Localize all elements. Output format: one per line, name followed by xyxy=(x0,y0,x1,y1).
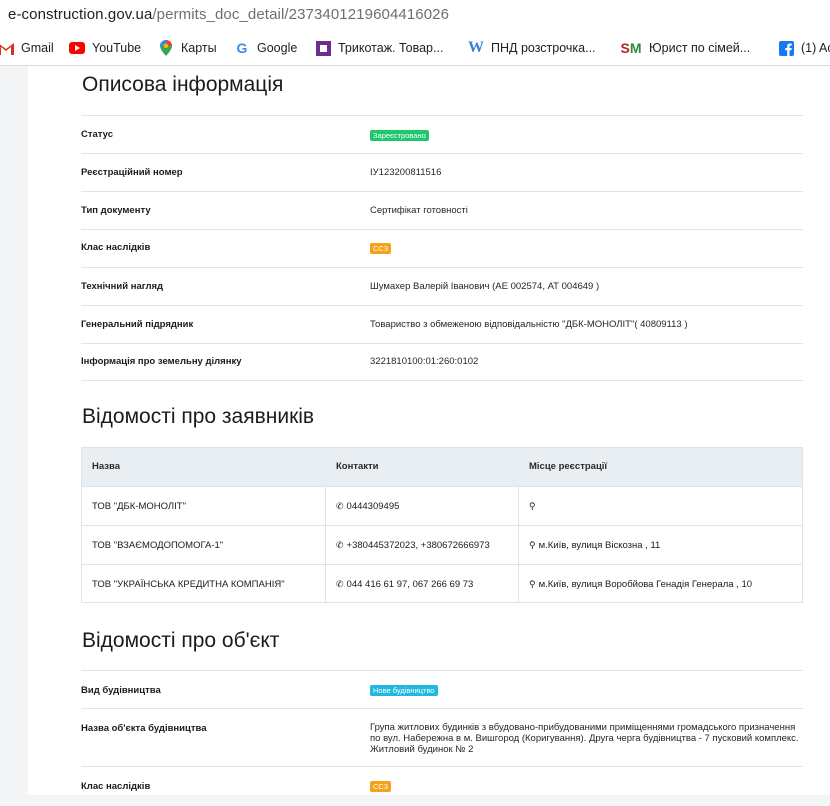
info-value: Сертифікат готовності xyxy=(370,205,468,216)
consequence-class-badge: СС3 xyxy=(370,781,392,792)
bookmark-label: Карты xyxy=(181,41,217,55)
info-value: Товариство з обмеженою відповідальністю … xyxy=(370,319,688,330)
applicant-contacts: ✆ 044 416 61 97, 067 266 69 73 xyxy=(336,579,473,590)
info-row-object-name: Назва об'єкта будівництва Група житлових… xyxy=(81,708,803,766)
info-row-construction-type: Вид будівництва Нове будівництво xyxy=(81,670,803,708)
url-path: /permits_doc_detail/2373401219604416026 xyxy=(152,6,450,23)
contacts-text: +380445372023, +380672666973 xyxy=(346,540,490,551)
info-row-status: Статус Зареєстровано xyxy=(81,115,803,153)
location-text: м.Київ, вулиця Віскозна , 11 xyxy=(538,540,661,551)
w-logo-icon: W xyxy=(468,39,484,56)
consequence-class-badge: СС3 xyxy=(370,243,392,254)
map-marker-icon: ⚲ xyxy=(529,540,536,550)
column-header-contacts: Контакти xyxy=(336,461,379,472)
square-store-icon xyxy=(315,40,331,56)
info-row-consequence-class: Клас наслідків СС3 xyxy=(81,229,803,267)
map-marker-icon: ⚲ xyxy=(529,579,536,589)
applicant-contacts: ✆ 0444309495 xyxy=(336,501,399,512)
info-row-technical-supervision: Технічний нагляд Шумахер Валерій Іванови… xyxy=(81,267,803,305)
table-row: ТОВ "ВЗАЄМОДОПОМОГА-1" ✆ +380445372023, +… xyxy=(82,525,802,564)
info-value: Група житлових будинків з вбудовано-приб… xyxy=(370,722,799,755)
applicant-location: ⚲ м.Київ, вулиця Віскозна , 11 xyxy=(529,540,660,551)
applicant-location: ⚲ xyxy=(529,501,539,512)
sm-logo-icon: SM xyxy=(620,40,642,56)
bookmark-label: (1) Ac xyxy=(801,41,830,55)
info-label: Реєстраційний номер xyxy=(81,167,183,178)
contacts-text: 0444309495 xyxy=(346,501,400,512)
google-icon: G xyxy=(236,40,248,56)
bookmark-label: Трикотаж. Товар... xyxy=(338,41,444,55)
phone-icon: ✆ xyxy=(336,501,344,511)
facebook-icon xyxy=(778,40,794,56)
info-row-land-plot: Інформація про земельну ділянку 32218101… xyxy=(81,343,803,381)
table-header: Назва Контакти Місце реєстрації xyxy=(82,448,802,486)
bookmark-maps[interactable]: Карты xyxy=(158,38,217,58)
info-label: Назва об'єкта будівництва xyxy=(81,723,207,734)
gmail-icon xyxy=(0,40,14,56)
info-value: 3221810100:01:260:0102 xyxy=(370,356,479,367)
applicant-location: ⚲ м.Київ, вулиця Воробйова Генадія Генера… xyxy=(529,579,752,590)
construction-type-badge: Нове будівництво xyxy=(370,685,438,696)
info-label: Інформація про земельну ділянку xyxy=(81,356,242,367)
bookmark-gmail[interactable]: Gmail xyxy=(0,38,54,58)
table-row: ТОВ "ДБК-МОНОЛІТ" ✆ 0444309495 ⚲ xyxy=(82,486,802,525)
browser-address-bar[interactable]: e-construction.gov.ua/permits_doc_detail… xyxy=(0,0,830,30)
column-header-name: Назва xyxy=(92,461,120,472)
info-value: Шумахер Валерій Іванович (АЕ 002574, АТ … xyxy=(370,281,600,292)
bookmark-pnd[interactable]: W ПНД розстрочка... xyxy=(468,38,596,58)
info-label: Тип документу xyxy=(81,205,151,216)
bookmark-label: Gmail xyxy=(21,41,54,55)
bookmark-label: Юрист по сімей... xyxy=(649,41,751,55)
url-host: e-construction.gov.ua xyxy=(8,6,153,23)
section-title-object: Відомості про об'єкт xyxy=(82,629,280,652)
url-text[interactable]: e-construction.gov.ua/permits_doc_detail… xyxy=(8,6,449,23)
applicant-name: ТОВ "УКРАЇНСЬКА КРЕДИТНА КОМПАНІЯ" xyxy=(92,579,285,590)
applicant-contacts: ✆ +380445372023, +380672666973 xyxy=(336,540,490,551)
info-label: Вид будівництва xyxy=(81,685,161,696)
bookmark-lawyer[interactable]: SM Юрист по сімей... xyxy=(620,38,750,58)
info-value: ІУ123200811516 xyxy=(370,167,442,178)
section-title-applicants: Відомості про заявників xyxy=(82,405,315,428)
phone-icon: ✆ xyxy=(336,540,344,550)
maps-pin-icon xyxy=(158,40,174,56)
info-row-document-type: Тип документу Сертифікат готовності xyxy=(81,191,803,229)
bookmark-label: Google xyxy=(257,41,298,55)
info-label: Статус xyxy=(81,129,114,140)
info-label: Генеральний підрядник xyxy=(81,319,194,330)
bookmark-label: YouTube xyxy=(92,41,142,55)
bookmark-google[interactable]: G Google xyxy=(234,38,298,58)
info-label: Клас наслідків xyxy=(81,781,151,792)
info-label: Технічний нагляд xyxy=(81,281,164,292)
bookmark-label: ПНД розстрочка... xyxy=(491,41,596,55)
bookmarks-bar: Gmail YouTube Карты G Google Трикотаж. Т… xyxy=(0,30,830,66)
column-header-location: Місце реєстрації xyxy=(529,461,608,472)
location-text: м.Київ, вулиця Воробйова Генадія Генерал… xyxy=(538,579,753,590)
table-row: ТОВ "УКРАЇНСЬКА КРЕДИТНА КОМПАНІЯ" ✆ 044 … xyxy=(82,564,802,603)
info-label: Клас наслідків xyxy=(81,242,151,253)
section-title-descriptive: Описова інформація xyxy=(82,73,284,96)
phone-icon: ✆ xyxy=(336,579,344,589)
bookmark-knitwear[interactable]: Трикотаж. Товар... xyxy=(315,38,443,58)
status-badge: Зареєстровано xyxy=(370,130,429,141)
info-row-general-contractor: Генеральний підрядник Товариство з обмеж… xyxy=(81,305,803,343)
info-row-registration-number: Реєстраційний номер ІУ123200811516 xyxy=(81,153,803,191)
applicant-name: ТОВ "ДБК-МОНОЛІТ" xyxy=(92,501,186,512)
map-marker-icon: ⚲ xyxy=(529,501,536,511)
bookmark-youtube[interactable]: YouTube xyxy=(69,38,141,58)
applicant-name: ТОВ "ВЗАЄМОДОПОМОГА-1" xyxy=(92,540,224,551)
applicants-table: Назва Контакти Місце реєстрації ТОВ "ДБК… xyxy=(81,447,803,603)
bookmark-facebook[interactable]: (1) Ac xyxy=(778,38,830,58)
info-row-object-consequence-class: Клас наслідків СС3 xyxy=(81,766,803,806)
youtube-icon xyxy=(69,40,85,56)
contacts-text: 044 416 61 97, 067 266 69 73 xyxy=(346,579,474,590)
